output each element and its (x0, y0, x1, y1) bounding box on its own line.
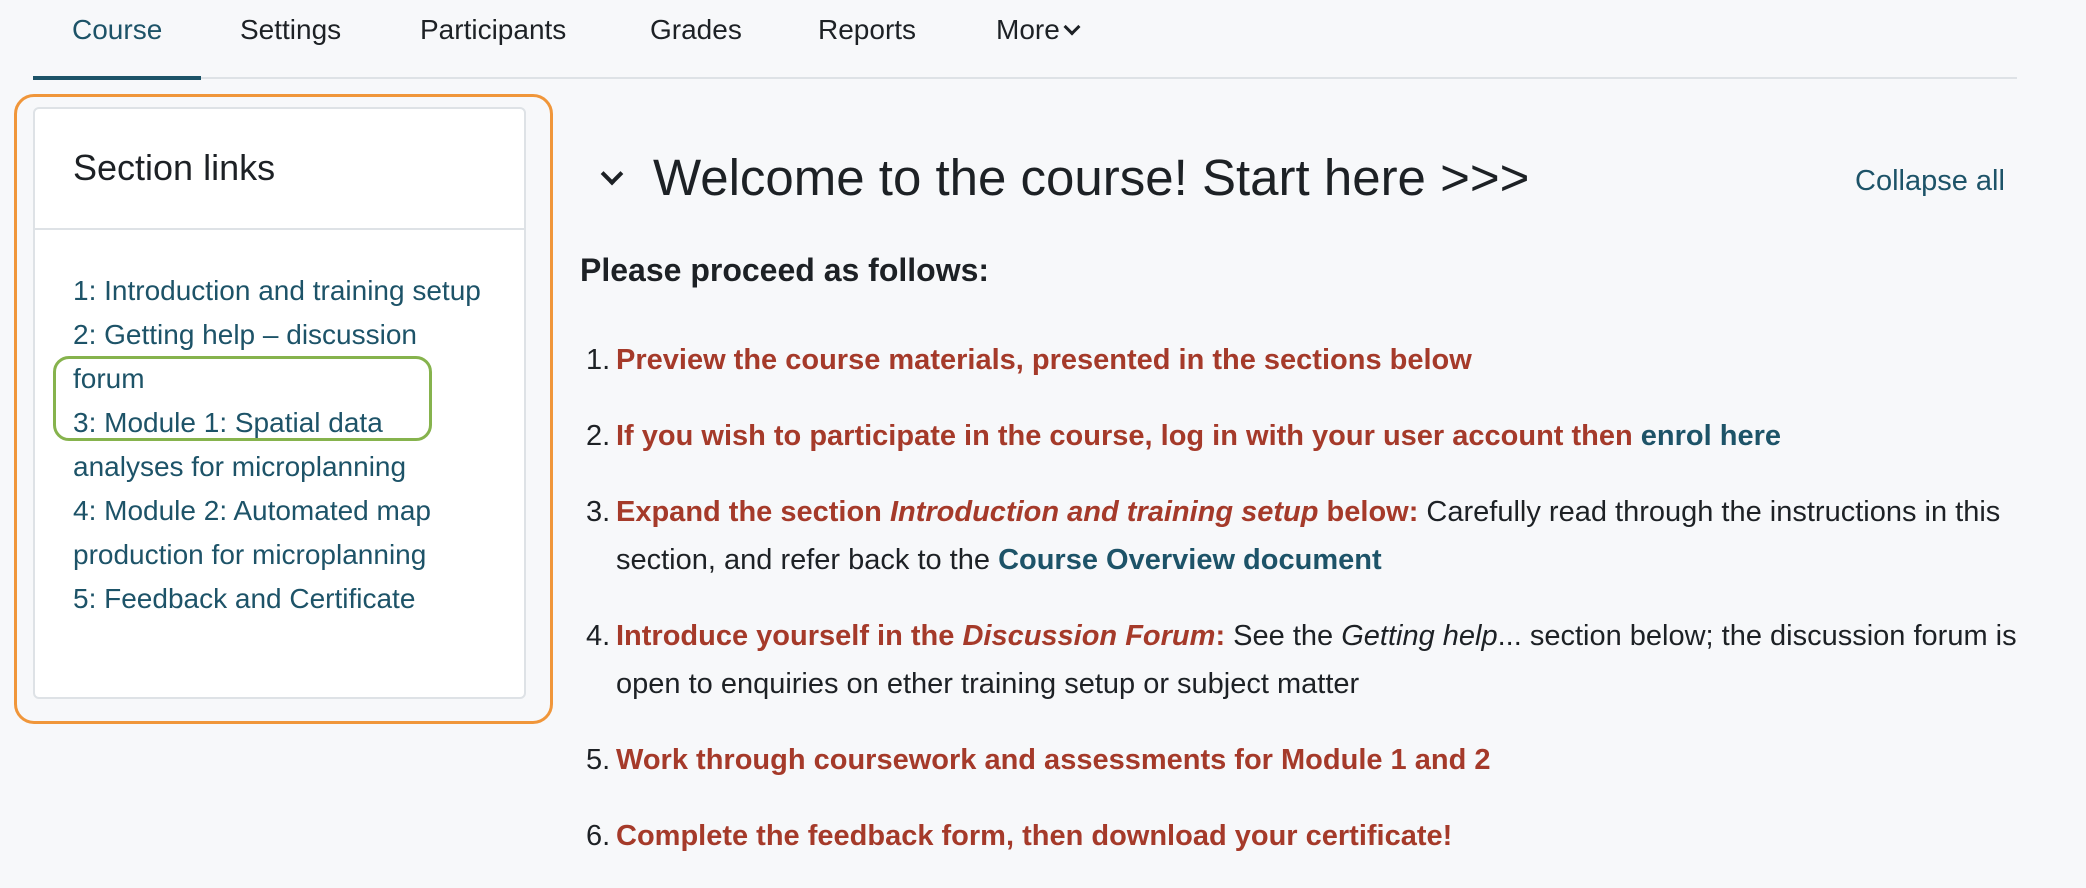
section-links-header: Section links (35, 109, 524, 230)
instructions-intro: Please proceed as follows: (580, 252, 990, 288)
step-text-italic: Discussion Forum (962, 620, 1216, 652)
annotation-highlight-green (53, 356, 432, 441)
course-overview-link[interactable]: Course Overview document (998, 544, 1382, 576)
course-nav: Course Settings Participants Grades Repo… (0, 0, 2086, 80)
section-link-4[interactable]: 4: Module 2: Automated map production fo… (73, 489, 493, 577)
step-detail-italic: Getting help (1341, 620, 1498, 652)
step-number: 3. (586, 496, 611, 528)
section-links-list: 1: Introduction and training setup 2: Ge… (73, 269, 493, 621)
step-text-a: Expand the section (616, 496, 890, 528)
step-1: 1. Preview the course materials, present… (580, 336, 2020, 384)
tab-reports[interactable]: Reports (818, 10, 916, 50)
section-collapse-chevron-icon[interactable] (600, 162, 624, 186)
step-text-b: below: (1318, 496, 1419, 528)
step-text-a: Introduce yourself in the (616, 620, 963, 652)
step-text: Work through coursework and assessments … (616, 744, 1491, 776)
step-number: 1. (586, 344, 611, 376)
instructions-list: 1. Preview the course materials, present… (580, 336, 2020, 888)
step-5: 5. Work through coursework and assessmen… (580, 736, 2020, 784)
collapse-all-link[interactable]: Collapse all (1855, 165, 2005, 198)
tab-more[interactable]: More (996, 10, 1081, 50)
section-title: Welcome to the course! Start here >>> (653, 149, 1530, 206)
nav-divider (33, 77, 2017, 79)
tab-course[interactable]: Course (72, 10, 162, 50)
step-3: 3. Expand the section Introduction and t… (580, 488, 2020, 584)
tab-settings[interactable]: Settings (240, 10, 341, 50)
step-text-b: : (1215, 620, 1226, 652)
section-link-5[interactable]: 5: Feedback and Certificate (73, 577, 493, 621)
step-text: Introduce yourself in the Discussion For… (616, 620, 1225, 652)
step-text-italic: Introduction and training setup (889, 496, 1319, 528)
step-text: If you wish to participate in the course… (616, 420, 1641, 452)
step-6: 6. Complete the feedback form, then down… (580, 812, 2020, 860)
step-number: 2. (586, 420, 611, 452)
step-4: 4. Introduce yourself in the Discussion … (580, 612, 2020, 708)
step-detail-a: See the (1225, 620, 1342, 652)
tab-participants[interactable]: Participants (420, 10, 566, 50)
section-link-1[interactable]: 1: Introduction and training setup (73, 269, 493, 313)
active-tab-indicator (33, 76, 201, 80)
chevron-down-icon (1063, 18, 1081, 36)
step-number: 6. (586, 820, 611, 852)
step-text: Preview the course materials, presented … (616, 344, 1472, 376)
section-links-title: Section links (73, 147, 276, 188)
step-2: 2. If you wish to participate in the cou… (580, 412, 2020, 460)
tab-more-label: More (996, 14, 1060, 45)
enrol-here-link[interactable]: enrol here (1641, 420, 1781, 452)
step-text: Expand the section Introduction and trai… (616, 496, 1418, 528)
step-number: 4. (586, 620, 611, 652)
tab-grades[interactable]: Grades (650, 10, 742, 50)
step-text: Complete the feedback form, then downloa… (616, 820, 1453, 852)
step-number: 5. (586, 744, 611, 776)
